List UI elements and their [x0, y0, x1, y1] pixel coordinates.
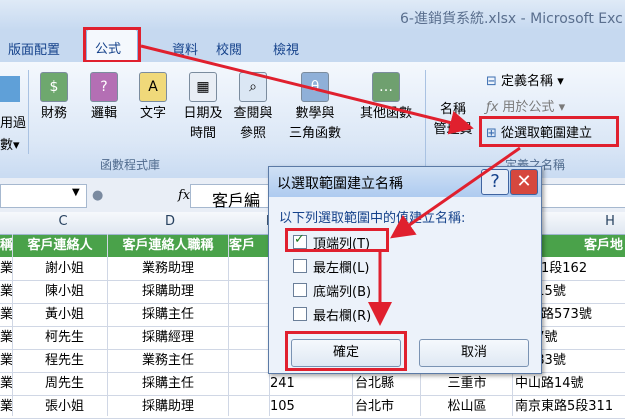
arrow-tab-to-create — [140, 44, 474, 135]
annotation-arrows — [140, 44, 521, 326]
arrow-create-to-dialog — [390, 146, 521, 239]
